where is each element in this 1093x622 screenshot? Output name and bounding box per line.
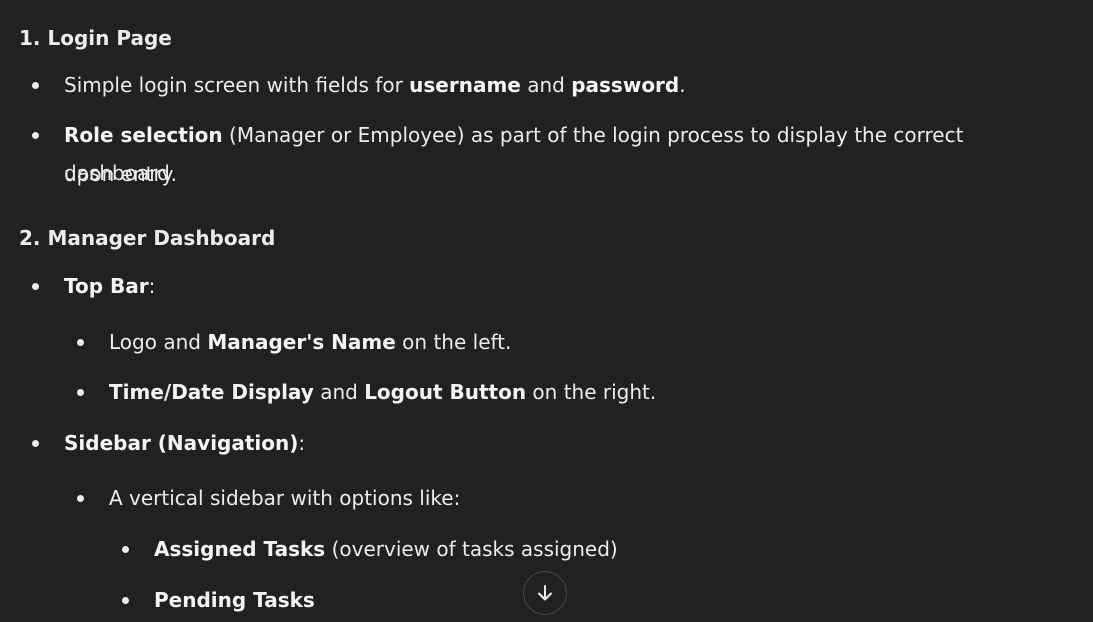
bold-text: Assigned Tasks [154, 537, 326, 561]
list-item: Time/Date Display and Logout Button on t… [109, 373, 656, 411]
bullet [122, 597, 129, 604]
text: Simple login screen with fields for [64, 73, 410, 97]
list-item: Simple login screen with fields for user… [64, 66, 686, 104]
bullet [122, 546, 129, 553]
bold-text: Sidebar (Navigation) [64, 431, 299, 455]
bold-text: Role selection [64, 123, 223, 147]
text: on the left. [395, 330, 512, 354]
text: on the right. [526, 380, 657, 404]
text: : [298, 431, 306, 455]
bullet [32, 283, 39, 290]
bullet [77, 339, 84, 346]
list-item: A vertical sidebar with options like: [109, 479, 460, 517]
arrow-down-icon [538, 585, 552, 601]
bold-text: password [571, 73, 680, 97]
text: Logo and [109, 330, 208, 354]
bold-text: Top Bar [64, 274, 149, 298]
chat-message-content: 1. Login Page Simple login screen with f… [0, 0, 1093, 622]
list-item: Assigned Tasks (overview of tasks assign… [154, 530, 618, 568]
list-item-sidebar: Sidebar (Navigation): [64, 424, 305, 462]
text: upon entry. [64, 162, 178, 186]
text: . [679, 73, 686, 97]
bullet [77, 389, 84, 396]
list-item: Logo and Manager's Name on the left. [109, 323, 511, 361]
list-item: Pending Tasks [154, 581, 315, 619]
text: A vertical sidebar with options like: [109, 486, 461, 510]
text: (overview of tasks assigned) [325, 537, 618, 561]
bold-text: Pending Tasks [154, 588, 315, 612]
text: : [148, 274, 156, 298]
bullet [32, 132, 39, 139]
bold-text: username [409, 73, 521, 97]
list-item-top-bar: Top Bar: [64, 267, 155, 305]
text: and [313, 380, 365, 404]
list-item-continuation: upon entry. [64, 155, 177, 193]
bold-text: Manager's Name [207, 330, 396, 354]
bold-text: Time/Date Display [109, 380, 314, 404]
text: and [520, 73, 572, 97]
bullet [32, 82, 39, 89]
list-item: Role selection (Manager or Employee) as … [64, 116, 1074, 192]
section-heading-manager-dashboard: 2. Manager Dashboard [19, 226, 276, 250]
bullet [32, 440, 39, 447]
bullet [77, 495, 84, 502]
bold-text: Logout Button [364, 380, 527, 404]
section-heading-login: 1. Login Page [19, 26, 172, 50]
scroll-to-bottom-button[interactable] [523, 571, 567, 615]
